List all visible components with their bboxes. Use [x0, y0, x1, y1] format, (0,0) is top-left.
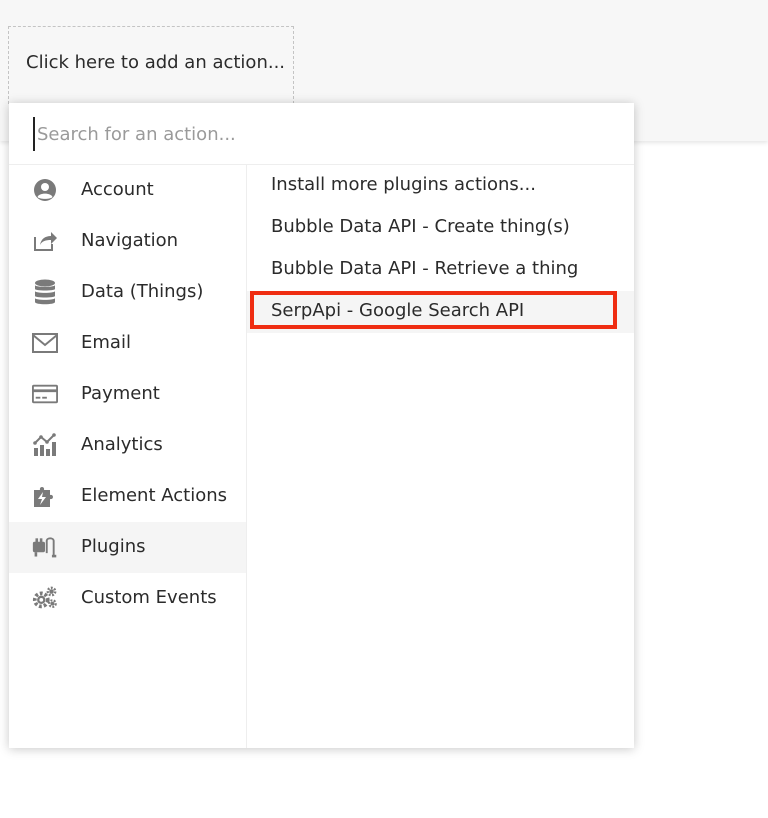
category-label: Custom Events	[81, 587, 217, 608]
category-data-things[interactable]: Data (Things)	[9, 267, 246, 318]
analytics-chart-icon	[32, 432, 58, 458]
category-custom-events[interactable]: Custom Events	[9, 573, 246, 624]
gears-icon	[32, 585, 58, 611]
category-email[interactable]: Email	[9, 318, 246, 369]
category-payment[interactable]: Payment	[9, 369, 246, 420]
action-bubble-retrieve-thing[interactable]: Bubble Data API - Retrieve a thing	[247, 249, 634, 291]
category-label: Plugins	[81, 536, 146, 557]
category-label: Navigation	[81, 230, 179, 251]
category-label: Payment	[81, 383, 160, 404]
search-row	[9, 103, 634, 165]
action-bubble-create-things[interactable]: Bubble Data API - Create thing(s)	[247, 207, 634, 249]
category-label: Element Actions	[81, 485, 227, 506]
category-label: Analytics	[81, 434, 163, 455]
category-analytics[interactable]: Analytics	[9, 420, 246, 471]
envelope-icon	[32, 330, 58, 356]
user-circle-icon	[32, 177, 58, 203]
category-navigation[interactable]: Navigation	[9, 216, 246, 267]
action-picker-dropdown: Account Navigation Data (Things)	[9, 103, 634, 748]
category-plugins[interactable]: Plugins	[9, 522, 246, 573]
credit-card-icon	[32, 381, 58, 407]
puzzle-bolt-icon	[32, 483, 58, 509]
plug-icon	[32, 534, 58, 560]
share-arrow-icon	[32, 228, 58, 254]
action-install-more-plugins[interactable]: Install more plugins actions...	[247, 165, 634, 207]
category-account[interactable]: Account	[9, 165, 246, 216]
action-serpapi-google-search[interactable]: SerpApi - Google Search API	[247, 291, 634, 333]
category-label: Data (Things)	[81, 281, 204, 302]
category-label: Email	[81, 332, 131, 353]
category-list: Account Navigation Data (Things) Email P…	[9, 165, 247, 748]
category-label: Account	[81, 179, 154, 200]
category-element-actions[interactable]: Element Actions	[9, 471, 246, 522]
database-icon	[32, 279, 58, 305]
action-list: Install more plugins actions... Bubble D…	[247, 165, 634, 748]
add-action-button[interactable]: Click here to add an action...	[8, 26, 294, 104]
search-input[interactable]	[33, 117, 603, 151]
